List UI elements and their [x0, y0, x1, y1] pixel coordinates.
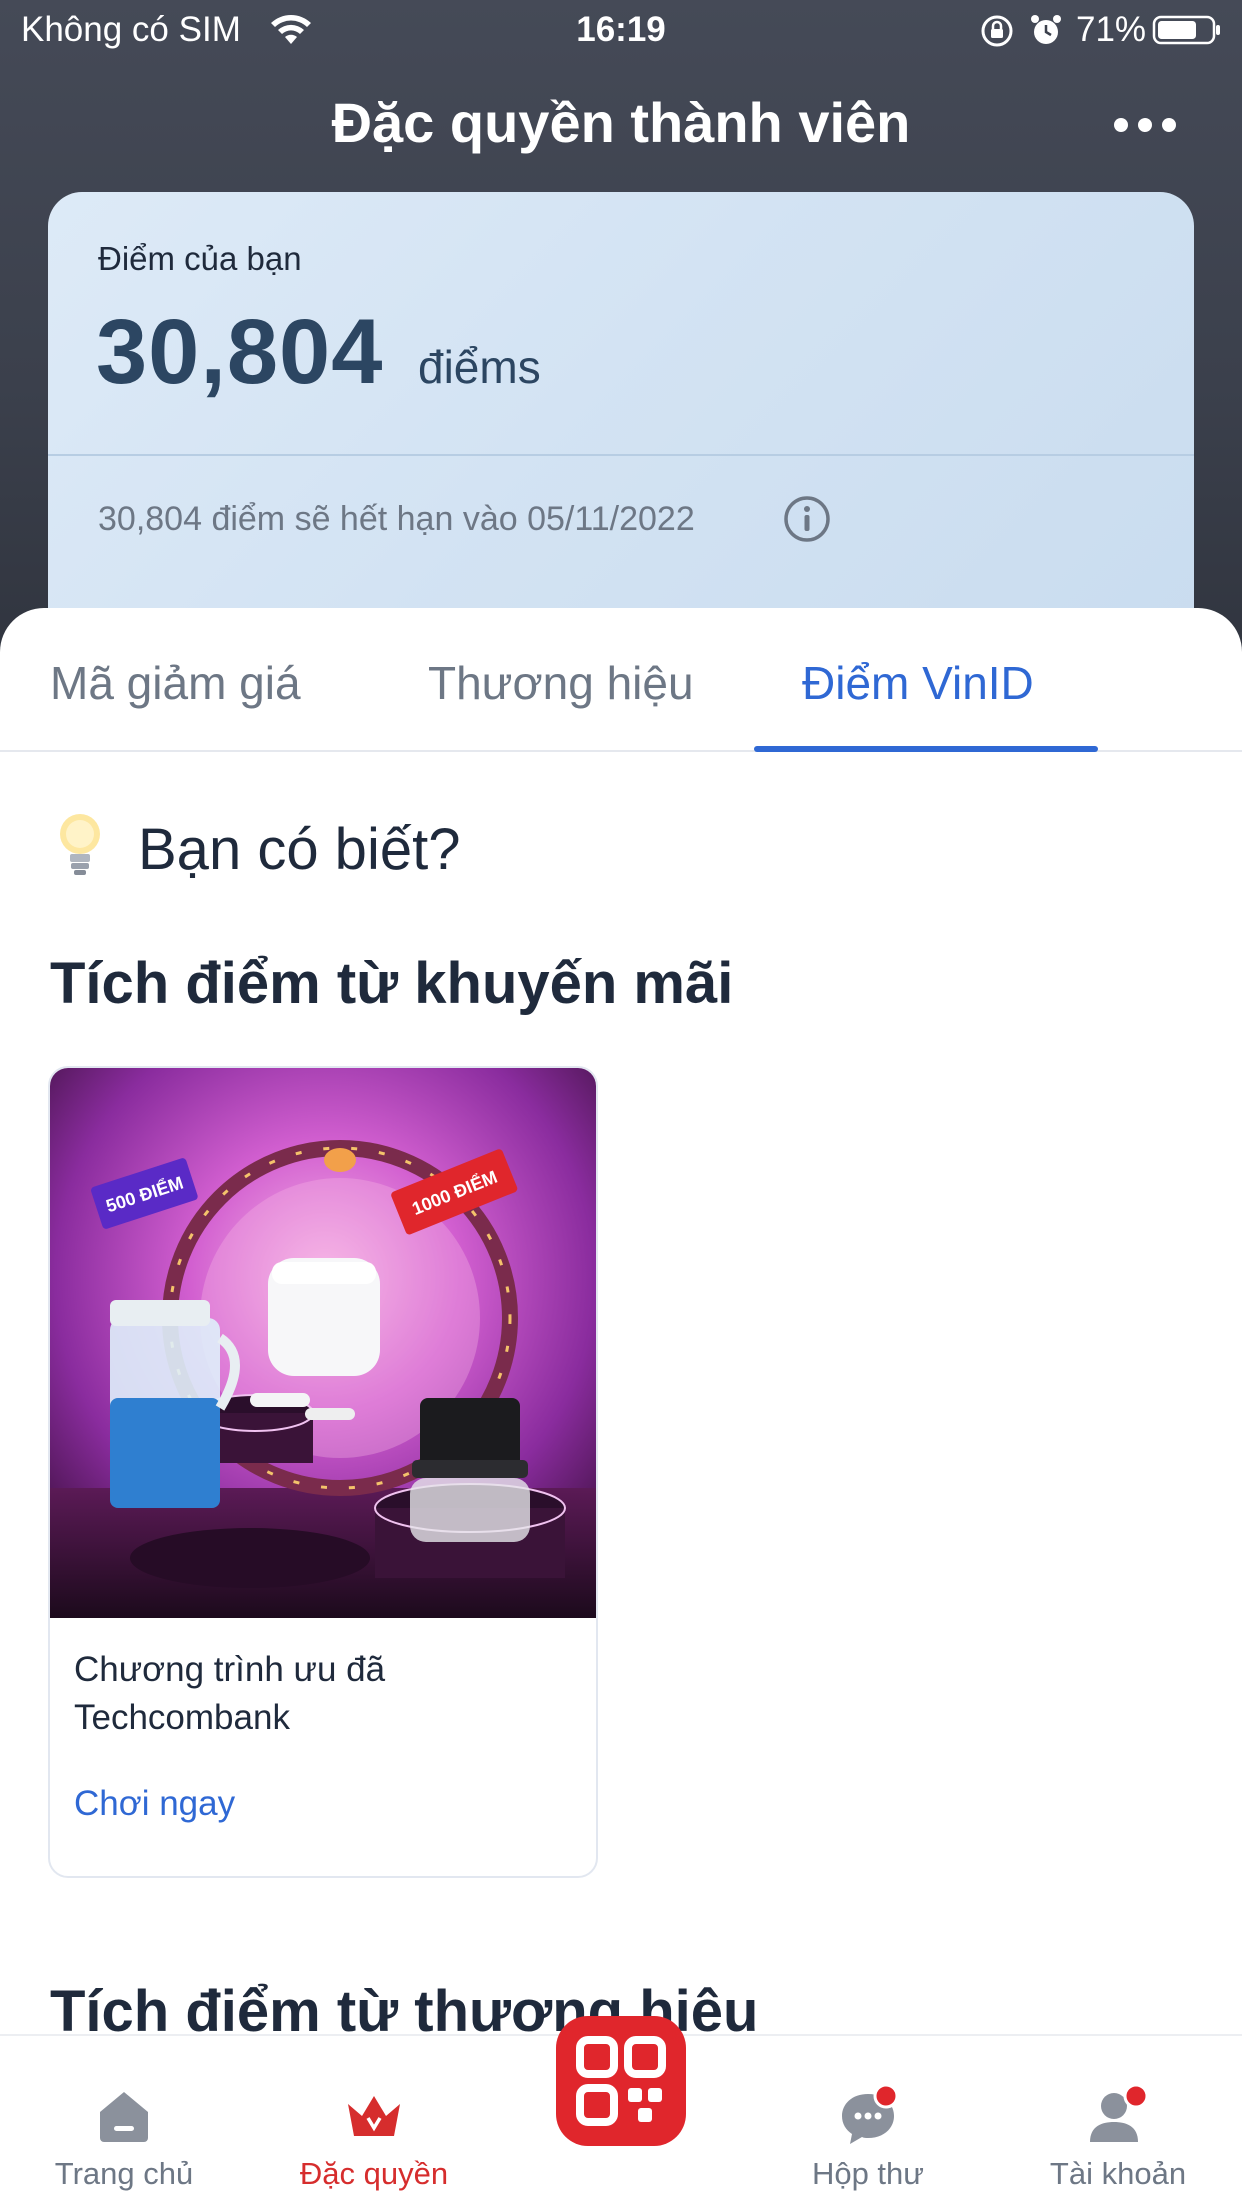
active-tab-indicator	[754, 746, 1098, 752]
more-dot-icon	[1138, 118, 1152, 132]
tab-discount-codes[interactable]: Mã giảm giá	[50, 656, 301, 710]
user-icon	[1090, 2084, 1149, 2142]
points-unit: điểms	[418, 341, 541, 393]
nav-account[interactable]: Tài khoản	[1008, 2036, 1228, 2208]
info-icon[interactable]	[782, 494, 832, 544]
content-sheet: Mã giảm giá Thương hiệu Điểm VinID Bạn c…	[0, 608, 1242, 2208]
points-label: Điểm của bạn	[98, 240, 302, 277]
promo-banner-image: 500 ĐIỂM 1000 ĐIỂM	[50, 1068, 596, 1618]
points-divider	[48, 454, 1194, 456]
battery-icon	[1152, 15, 1220, 45]
promo-card[interactable]: 500 ĐIỂM 1000 ĐIỂM Chương trình ưu đã Te…	[48, 1066, 598, 1878]
nav-privileges-label: Đặc quyền	[299, 2156, 449, 2191]
rotation-lock-icon	[981, 15, 1013, 47]
light-bulb-icon	[60, 814, 100, 875]
qr-code-icon	[576, 2036, 666, 2126]
battery-percent: 71%	[1076, 10, 1147, 49]
notification-badge-icon	[873, 2084, 899, 2109]
nav-account-label: Tài khoản	[1049, 2156, 1187, 2191]
bottom-navigation: Trang chủ Đặc quyền Hộp thư Tài khoản	[0, 2016, 1242, 2208]
points-card: Điểm của bạn 30,804 điểms 30,804 điểm sẽ…	[48, 192, 1194, 662]
play-now-link[interactable]: Chơi ngay	[74, 1784, 235, 1824]
page-title: Đặc quyền thành viên	[331, 91, 911, 154]
tab-brands[interactable]: Thương hiệu	[428, 656, 694, 710]
more-dot-icon	[1162, 118, 1176, 132]
tab-vinid-points[interactable]: Điểm VinID	[802, 656, 1034, 710]
nav-inbox-label: Hộp thư	[811, 2156, 925, 2191]
home-icon	[100, 2092, 148, 2142]
tip-heading: Bạn có biết?	[138, 817, 461, 882]
promo-title: Chương trình ưu đã Techcombank	[74, 1650, 386, 1737]
points-expiry-text: 30,804 điểm sẽ hết hạn vào 05/11/2022	[98, 500, 695, 538]
nav-inbox[interactable]: Hộp thư	[758, 2036, 978, 2208]
nav-home[interactable]: Trang chủ	[14, 2036, 234, 2208]
crown-icon	[348, 2096, 400, 2136]
qr-scan-button[interactable]	[556, 2016, 686, 2146]
nav-home-label: Trang chủ	[54, 2156, 194, 2191]
more-options-button[interactable]	[1110, 100, 1180, 150]
alarm-icon	[1031, 15, 1061, 44]
status-bar: Không có SIM 16:19 71%	[0, 0, 1242, 62]
notification-badge-icon	[1123, 2084, 1149, 2109]
promotions-section-heading: Tích điểm từ khuyến mãi	[50, 951, 734, 1016]
more-dot-icon	[1114, 118, 1128, 132]
nav-privileges[interactable]: Đặc quyền	[264, 2036, 484, 2208]
points-value: 30,804	[96, 301, 384, 403]
tab-bar: Mã giảm giá Thương hiệu Điểm VinID	[0, 608, 1242, 752]
chat-bubble-icon	[842, 2084, 899, 2144]
